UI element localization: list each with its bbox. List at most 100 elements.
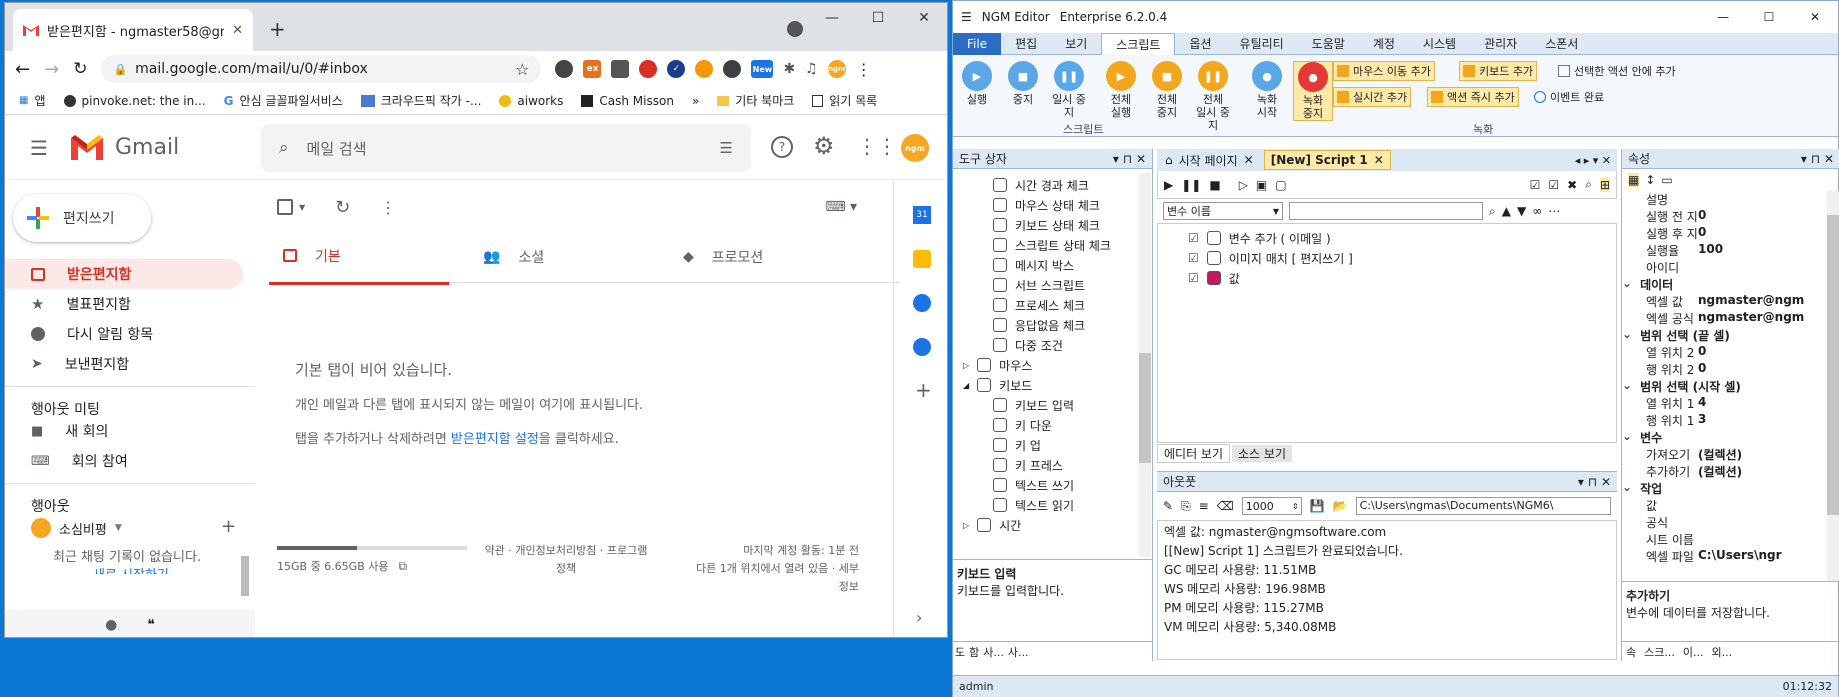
view-tab-editor[interactable]: 에디터 보기	[1157, 443, 1231, 463]
bookmark-font-service[interactable]: G 안심 글꼴파일서비스	[224, 92, 343, 109]
maximize-icon[interactable]: ☐	[1746, 10, 1792, 24]
toolbox-item[interactable]: 마우스 상태 체크	[953, 195, 1152, 215]
property-value[interactable]: ngmaster@ngm	[1694, 293, 1826, 310]
run-block-icon[interactable]: ▢	[1275, 178, 1286, 192]
save-icon[interactable]: 💾	[1310, 499, 1325, 513]
property-pages-icon[interactable]: ▭	[1661, 173, 1672, 187]
browser-tab-gmail[interactable]: 받은편지함 - ngmaster58@gma ✕	[13, 9, 253, 51]
new-tab-button[interactable]: +	[269, 17, 286, 41]
property-value[interactable]	[1694, 259, 1826, 276]
start-new-chat-link[interactable]: 새로 시작하기	[93, 564, 169, 574]
omnibox[interactable]: 🔒 mail.google.com/mail/u/0/#inbox ☆	[101, 55, 542, 83]
toolbox-item[interactable]: ▷ 마우스	[953, 355, 1152, 375]
bottom-tab-function[interactable]: 함	[969, 644, 979, 660]
tasks-icon[interactable]	[913, 294, 931, 312]
bottom-tab-toolbox[interactable]: 도	[955, 644, 965, 660]
meet-join[interactable]: ⌨ 회의 참여	[5, 446, 243, 476]
check-all-icon[interactable]: ☑	[1530, 178, 1541, 192]
extension-icon-3[interactable]	[611, 60, 630, 78]
compose-button[interactable]: 편지쓰기	[13, 194, 151, 242]
property-row[interactable]: 실행 후 지0	[1622, 225, 1826, 242]
toolbox-item[interactable]: 키보드 상태 체크	[953, 215, 1152, 235]
bookmark-pinvoke[interactable]: pinvoke.net: the in...	[63, 94, 206, 108]
property-value[interactable]	[1694, 191, 1826, 208]
panel-controls-icon[interactable]: ▾ ⊓ ✕	[1578, 475, 1611, 489]
tab-file[interactable]: File	[953, 32, 1002, 55]
property-value[interactable]	[1694, 514, 1826, 531]
tab-search-icon[interactable]	[787, 21, 803, 37]
event-complete-button[interactable]: 이벤트 완료	[1531, 87, 1607, 107]
hangouts-user[interactable]: 소심비평 ▼	[31, 518, 122, 538]
property-value[interactable]: 0	[1694, 344, 1826, 361]
property-value[interactable]: 100	[1694, 242, 1826, 259]
property-value[interactable]: 0	[1694, 225, 1826, 242]
tab-promotions[interactable]: ◆ 프로모션	[669, 229, 849, 285]
property-value[interactable]: 4	[1694, 395, 1826, 412]
profile-avatar[interactable]: ngm	[827, 60, 846, 78]
property-value[interactable]: C:\Users\ngr	[1694, 548, 1826, 565]
variable-combo[interactable]: 변수 이름 ▼	[1163, 202, 1283, 220]
bottom-tab-script[interactable]: 스크...	[1644, 644, 1675, 660]
play-icon[interactable]: ▶	[1164, 178, 1173, 192]
doc-tab-start-page[interactable]: ⌂ 시작 페이지 ✕	[1159, 150, 1260, 170]
close-icon[interactable]: ✕	[901, 3, 947, 33]
instant-add-button[interactable]: 액션 즉시 추가	[1427, 87, 1519, 107]
meet-new-meeting[interactable]: ■ 새 회의	[5, 416, 243, 446]
star-icon[interactable]: ☆	[515, 60, 529, 79]
expand-icon[interactable]: ▷	[963, 361, 969, 370]
ribbon-button-6[interactable]: ● 녹화 시작	[1247, 61, 1287, 119]
ribbon-button-7[interactable]: ● 녹화 중지	[1293, 61, 1333, 121]
link-icon[interactable]: ∞	[1532, 204, 1542, 218]
collapse-icon[interactable]: ⌄	[1622, 480, 1632, 497]
tab-help[interactable]: 도움말	[1298, 33, 1359, 55]
properties-scrollbar[interactable]	[1827, 191, 1839, 581]
tab-utility[interactable]: 유틸리티	[1226, 33, 1298, 55]
forward-icon[interactable]: →	[44, 59, 59, 80]
toolbox-item[interactable]: 서브 스크립트	[953, 275, 1152, 295]
arrow-down-icon[interactable]: ▼	[1517, 204, 1526, 218]
property-value[interactable]: 3	[1694, 412, 1826, 429]
input-tools-icon[interactable]: ⌨ ▾	[825, 199, 857, 215]
extension-icon-6[interactable]	[695, 60, 714, 78]
select-chevron-icon[interactable]: ▼	[299, 203, 305, 212]
toolbox-item[interactable]: 프로세스 체크	[953, 295, 1152, 315]
reload-icon[interactable]: ↻	[73, 59, 87, 79]
select-all-checkbox[interactable]	[277, 199, 293, 215]
tab-primary[interactable]: 기본	[269, 229, 449, 285]
property-category[interactable]: ⌄ 작업	[1622, 480, 1826, 497]
ribbon-button-1[interactable]: ■ 중지	[1003, 61, 1043, 106]
ribbon-button-3[interactable]: ▶ 전체 실행	[1101, 61, 1141, 119]
toolbox-item[interactable]: 응답없음 체크	[953, 315, 1152, 335]
nav-snoozed[interactable]: 다시 알림 항목	[5, 319, 243, 349]
property-category[interactable]: ⌄ 범위 선택 (시작 셀)	[1622, 378, 1826, 395]
reading-list[interactable]: 읽기 목록	[812, 92, 877, 109]
app-menu-icon[interactable]: ☰	[961, 10, 972, 24]
doc-tab-controls-icon[interactable]: ◂ ▸ ▾ ✕	[1575, 154, 1617, 167]
toolbox-item[interactable]: ▷ 시간	[953, 515, 1152, 535]
ribbon-button-4[interactable]: ■ 전체 중지	[1147, 61, 1187, 119]
inbox-settings-link[interactable]: 받은편지함 설정	[451, 432, 539, 447]
external-link-icon[interactable]: ⧉	[398, 559, 407, 574]
expand-icon[interactable]: ▷	[963, 521, 969, 530]
arrow-up-icon[interactable]: ▲	[1502, 204, 1511, 218]
toolbox-scrollbar[interactable]	[1139, 173, 1151, 557]
expand-icon[interactable]: ◢	[963, 381, 969, 390]
extension-icon-1[interactable]	[555, 60, 574, 78]
back-icon[interactable]: ←	[15, 59, 30, 80]
bookmarks-overflow[interactable]: »	[692, 94, 699, 108]
contacts-icon[interactable]	[913, 338, 931, 356]
step-icon[interactable]: ▷	[1239, 178, 1248, 192]
search-options-icon[interactable]: ☰	[720, 139, 733, 157]
refresh-icon[interactable]: ↻	[335, 197, 350, 218]
main-menu-icon[interactable]: ☰	[19, 136, 59, 160]
output-path-field[interactable]: C:\Users\ngmas\Documents\NGM6\	[1355, 497, 1611, 515]
script-action-item[interactable]: ☑ 값	[1188, 268, 1586, 288]
bookmark-cash-misson[interactable]: Cash Misson	[581, 94, 674, 108]
gear-icon[interactable]: ⚙	[813, 132, 835, 160]
ribbon-button-5[interactable]: ❚❚ 전체 일시 중지	[1193, 61, 1233, 132]
add-keyboard-button[interactable]: 키보드 추가	[1459, 61, 1538, 81]
copy-icon[interactable]: ⎘	[1181, 499, 1191, 514]
collapse-icon[interactable]: ⌄	[1622, 276, 1632, 293]
gmail-logo-icon[interactable]	[69, 134, 105, 162]
close-icon[interactable]: ✕	[1792, 10, 1838, 24]
